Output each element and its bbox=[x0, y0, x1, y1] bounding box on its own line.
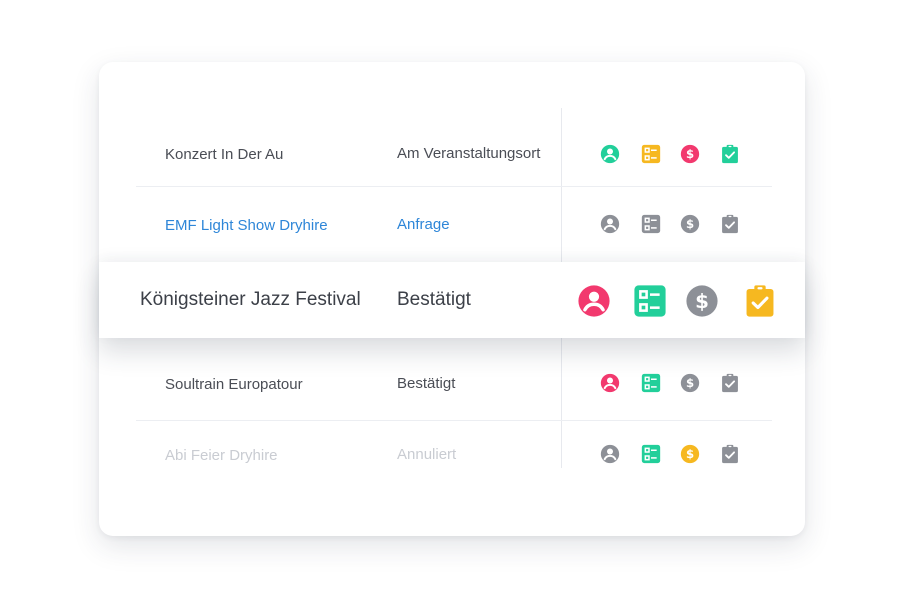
clipboard-check-icon[interactable] bbox=[720, 444, 740, 464]
checklist-icon[interactable] bbox=[641, 373, 661, 393]
dollar-icon[interactable]: $ bbox=[680, 214, 700, 234]
person-icon[interactable] bbox=[577, 284, 611, 318]
event-status: Annuliert bbox=[397, 446, 457, 463]
clipboard-check-icon[interactable] bbox=[720, 373, 740, 393]
svg-text:$: $ bbox=[686, 447, 694, 461]
event-name[interactable]: Konzert In Der Au bbox=[165, 145, 283, 165]
dollar-icon[interactable]: $ bbox=[685, 284, 719, 318]
event-name[interactable]: Soultrain Europatour bbox=[165, 375, 303, 395]
clipboard-check-icon[interactable] bbox=[743, 284, 777, 318]
svg-text:$: $ bbox=[686, 147, 694, 161]
row-divider bbox=[136, 186, 772, 187]
event-name[interactable]: Königsteiner Jazz Festival bbox=[140, 288, 361, 312]
event-status: Bestätigt bbox=[397, 375, 456, 392]
clipboard-check-icon[interactable] bbox=[720, 214, 740, 234]
checklist-icon[interactable] bbox=[633, 284, 667, 318]
svg-text:$: $ bbox=[695, 290, 709, 313]
event-status: Am Veranstaltungsort bbox=[397, 145, 541, 162]
checklist-icon[interactable] bbox=[641, 144, 661, 164]
dollar-icon[interactable]: $ bbox=[680, 144, 700, 164]
event-name[interactable]: Abi Feier Dryhire bbox=[165, 446, 278, 466]
event-status: Bestätigt bbox=[397, 289, 471, 310]
svg-text:$: $ bbox=[686, 217, 694, 231]
row-divider bbox=[136, 420, 772, 421]
event-list-stage: Konzert In Der Au Am Veranstaltungsort $… bbox=[0, 0, 900, 600]
person-icon[interactable] bbox=[600, 373, 620, 393]
event-status: Anfrage bbox=[397, 216, 450, 233]
person-icon[interactable] bbox=[600, 214, 620, 234]
person-icon[interactable] bbox=[600, 144, 620, 164]
svg-text:$: $ bbox=[686, 376, 694, 390]
event-name[interactable]: EMF Light Show Dryhire bbox=[165, 216, 328, 236]
dollar-icon[interactable]: $ bbox=[680, 373, 700, 393]
clipboard-check-icon[interactable] bbox=[720, 144, 740, 164]
dollar-icon[interactable]: $ bbox=[680, 444, 700, 464]
checklist-icon[interactable] bbox=[641, 444, 661, 464]
checklist-icon[interactable] bbox=[641, 214, 661, 234]
person-icon[interactable] bbox=[600, 444, 620, 464]
